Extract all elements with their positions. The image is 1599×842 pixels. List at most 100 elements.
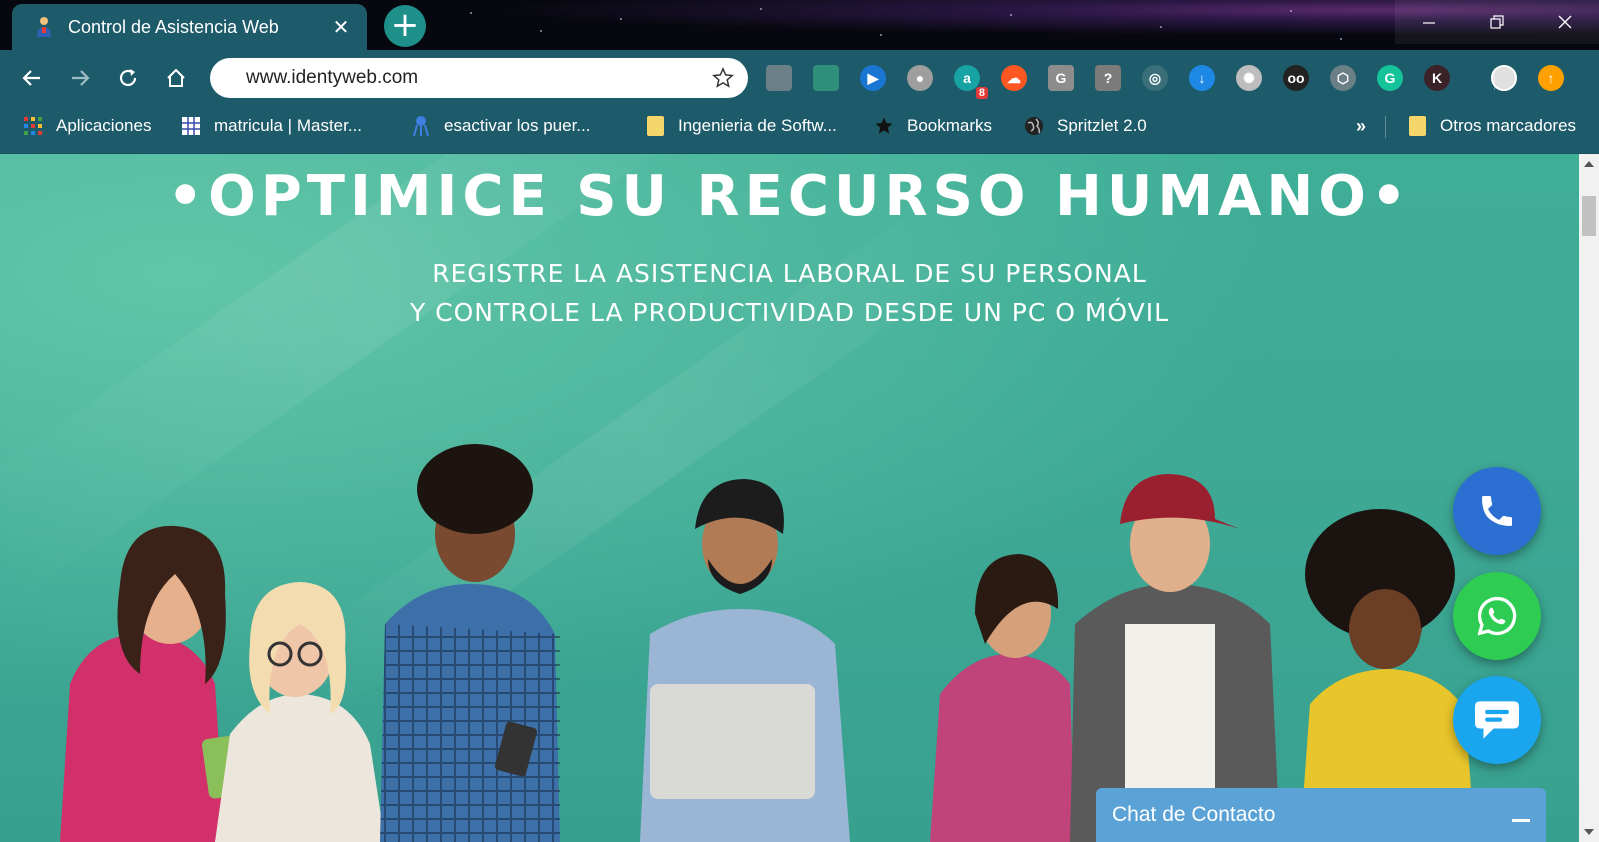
- extension-label: ◎: [1148, 69, 1162, 86]
- screen-ext-icon[interactable]: [813, 65, 839, 91]
- minimize-chat-icon[interactable]: [1512, 818, 1530, 822]
- phone-icon: [1482, 496, 1512, 526]
- tab-title: Control de Asistencia Web: [68, 16, 279, 37]
- hero-subtitle-line: Y CONTROLE LA PRODUCTIVIDAD DESDE UN PC …: [409, 298, 1170, 327]
- extension-label: ?: [1103, 70, 1113, 86]
- globe-icon: [1023, 115, 1045, 137]
- extension-label: oo: [1287, 70, 1305, 86]
- close-icon: [1558, 15, 1572, 29]
- star-decoration: [470, 12, 472, 14]
- whatsapp-icon: [1477, 596, 1517, 636]
- extension-label: ✺: [1243, 69, 1255, 86]
- scroll-thumb[interactable]: [1582, 196, 1596, 236]
- person-icon: [37, 17, 51, 37]
- extensions-strip: ▶ ● a 8 ☁ G? ◎ ↓ ✺ oo ⬡ G K ↑: [766, 62, 1585, 99]
- back-button[interactable]: [14, 60, 50, 96]
- hero-subtitle-line: REGISTRE LA ASISTENCIA LABORAL DE SU PER…: [432, 259, 1147, 288]
- cloud-ext-icon[interactable]: ☁: [1001, 65, 1027, 91]
- star-decoration: [1010, 14, 1012, 16]
- scroll-down-arrow-icon[interactable]: [1579, 822, 1599, 842]
- chat-widget-title: Chat de Contacto: [1112, 803, 1276, 826]
- url-input[interactable]: [246, 67, 712, 89]
- star-decoration: [620, 18, 622, 20]
- glasses-ext-icon[interactable]: oo: [1283, 65, 1309, 91]
- star-decoration: [1160, 26, 1162, 28]
- wifi-ext-icon[interactable]: ◎: [1142, 65, 1168, 91]
- shield-ext-icon[interactable]: [766, 65, 792, 91]
- star-icon: [873, 115, 895, 137]
- reload-button[interactable]: [110, 60, 146, 96]
- update-ext-icon[interactable]: ↑: [1538, 65, 1564, 91]
- web-page: •OPTIMICE SU RECURSO HUMANO• REGISTRE LA…: [0, 154, 1579, 842]
- film-ext-icon[interactable]: ✺: [1236, 65, 1262, 91]
- restore-icon: [1490, 15, 1504, 29]
- home-button[interactable]: [158, 60, 194, 96]
- extension-label: ☁: [1007, 69, 1021, 86]
- star-icon[interactable]: [712, 67, 734, 89]
- extension-label: K: [1431, 70, 1443, 86]
- browser-tab[interactable]: Control de Asistencia Web ✕: [12, 4, 367, 50]
- page-scrollbar[interactable]: [1579, 154, 1599, 842]
- bookmark-label: Bookmarks: [907, 116, 993, 135]
- grid-icon: [180, 115, 202, 137]
- phone-contact-button[interactable]: [1453, 467, 1541, 555]
- record-ext-icon[interactable]: ●: [907, 65, 933, 91]
- bookmark-label: Otros marcadores: [1440, 116, 1577, 135]
- back-arrow-icon: [22, 70, 40, 86]
- close-tab-icon[interactable]: ✕: [329, 15, 353, 39]
- person-figure: [640, 479, 850, 842]
- hex-ext-icon[interactable]: ⬡: [1330, 65, 1356, 91]
- bookmark-esactivar[interactable]: esactivar los puer...: [410, 106, 590, 146]
- person-figure: [930, 554, 1075, 842]
- g-ext-icon[interactable]: G: [1048, 65, 1074, 91]
- bookmark-label: Aplicaciones: [56, 116, 152, 135]
- star-decoration: [1290, 10, 1292, 12]
- hero-subtitle: REGISTRE LA ASISTENCIA LABORAL DE SU PER…: [0, 254, 1579, 332]
- chat-bubble-icon: [1475, 701, 1519, 739]
- k-ext-icon[interactable]: K: [1424, 65, 1450, 91]
- star-decoration: [760, 8, 762, 10]
- bookmark-label: Spritzlet 2.0: [1057, 116, 1147, 135]
- new-tab-button[interactable]: +: [384, 5, 426, 47]
- extension-label: G: [1055, 70, 1067, 86]
- download-ext-icon[interactable]: ↓: [1189, 65, 1215, 91]
- bookmark-bookmarks[interactable]: Bookmarks: [873, 106, 992, 146]
- folder-icon: [1406, 115, 1428, 137]
- bookmark-ingenieria[interactable]: Ingenieria de Softw...: [644, 106, 837, 146]
- person-figure: [1070, 474, 1280, 842]
- bookmark-spritzlet[interactable]: Spritzlet 2.0: [1023, 106, 1147, 146]
- bookmark-other[interactable]: Otros marcadores: [1406, 106, 1576, 146]
- star-decoration: [1340, 38, 1342, 40]
- extension-label: G: [1384, 70, 1396, 86]
- person-figure: [380, 444, 560, 842]
- address-bar[interactable]: [210, 58, 748, 98]
- star-decoration: [540, 30, 542, 32]
- browser-toolbar: ▶ ● a8 ☁ G? ◎ ↓ ✺ oo ⬡ G K ↑: [0, 50, 1599, 106]
- bookmark-apps[interactable]: Aplicaciones: [22, 106, 151, 146]
- bookmark-matricula[interactable]: matricula | Master...: [180, 106, 362, 146]
- play-ext-icon[interactable]: ▶: [860, 65, 886, 91]
- extension-badge: 8: [975, 87, 988, 99]
- extension-label: ●: [915, 70, 925, 86]
- chat-contact-button[interactable]: [1453, 676, 1541, 764]
- hero-title: •OPTIMICE SU RECURSO HUMANO•: [167, 164, 1412, 229]
- scroll-up-arrow-icon[interactable]: [1579, 154, 1599, 174]
- chat-widget-bar[interactable]: Chat de Contacto: [1096, 788, 1546, 842]
- apps-grid-icon: [22, 115, 44, 137]
- minimize-button[interactable]: [1395, 0, 1463, 44]
- bookmarks-bar: Aplicaciones matricula | Master... esact…: [0, 106, 1599, 154]
- grammarly-ext-icon[interactable]: G: [1377, 65, 1403, 91]
- reload-icon: [119, 69, 137, 87]
- forward-arrow-icon: [72, 70, 90, 86]
- minimize-icon: [1423, 22, 1435, 24]
- help-ext-icon[interactable]: ?: [1095, 65, 1121, 91]
- whatsapp-contact-button[interactable]: [1453, 572, 1541, 660]
- bookmarks-overflow-button[interactable]: »: [1356, 106, 1366, 146]
- forward-button[interactable]: [62, 60, 98, 96]
- restore-button[interactable]: [1463, 0, 1531, 44]
- grammar-ext-icon[interactable]: a8: [954, 65, 988, 99]
- close-window-button[interactable]: [1531, 0, 1599, 44]
- toolbar-divider: [1494, 68, 1495, 90]
- window-titlebar: Control de Asistencia Web ✕ +: [0, 0, 1599, 50]
- extension-label: ↑: [1547, 70, 1555, 86]
